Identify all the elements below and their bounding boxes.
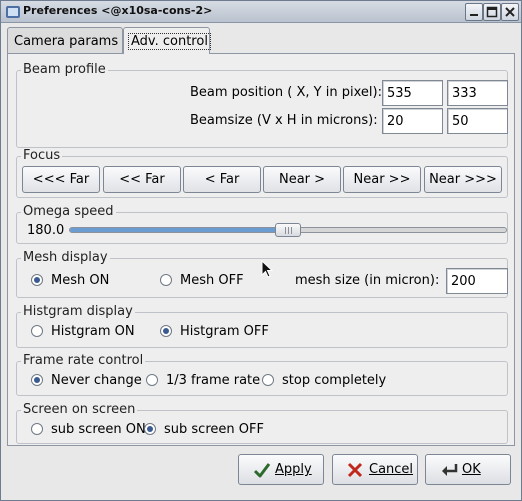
- ok-arrow-icon: [440, 462, 460, 482]
- mouse-pointer-icon: [261, 259, 274, 282]
- mesh-size-input[interactable]: 200: [446, 268, 508, 294]
- mesh-off-radio[interactable]: Mesh OFF: [160, 273, 244, 288]
- apply-check-icon: [253, 462, 271, 482]
- cancel-label: Cancel: [369, 462, 414, 477]
- focus-near-3-button[interactable]: Near >>>: [424, 166, 502, 193]
- radio-indicator: [160, 325, 172, 337]
- omega-speed-slider-fill: [70, 228, 287, 232]
- radio-indicator: [160, 274, 172, 286]
- frame-rate-third-label: 1/3 frame rate: [166, 373, 261, 388]
- frame-rate-stop-label: stop completely: [282, 373, 387, 388]
- apply-button[interactable]: Apply: [238, 454, 324, 485]
- focus-near-1-button[interactable]: Near >: [263, 166, 341, 193]
- sub-screen-off-label: sub screen OFF: [164, 422, 264, 437]
- frame-rate-never-label: Never change: [51, 373, 142, 388]
- focus-near-2-button[interactable]: Near >>: [343, 166, 421, 193]
- focus-far-2-button[interactable]: << Far: [103, 166, 181, 193]
- beamsize-label: Beamsize (V x H in microns):: [190, 113, 378, 128]
- omega-speed-value: 180.0: [27, 223, 65, 238]
- ok-button[interactable]: OK: [425, 454, 511, 485]
- mesh-display-title: Mesh display: [21, 250, 110, 265]
- mesh-size-label: mesh size (in micron):: [295, 273, 440, 288]
- focus-far-3-button[interactable]: <<< Far: [22, 166, 100, 193]
- histogram-display-title: Histgram display: [21, 304, 135, 319]
- cancel-button[interactable]: Cancel: [332, 454, 418, 485]
- radio-indicator: [31, 274, 43, 286]
- tab-camera-params-label: Camera params: [14, 34, 119, 49]
- focus-group: Focus <<< Far << Far < Far Near > Near >…: [16, 148, 508, 198]
- omega-speed-title: Omega speed: [21, 204, 116, 219]
- minimize-icon: [470, 14, 478, 16]
- radio-indicator: [146, 374, 158, 386]
- histogram-display-group: Histgram display Histgram ON Histgram OF…: [16, 304, 508, 348]
- tab-adv-control-label: Adv. control: [128, 33, 211, 50]
- beamsize-v-input[interactable]: 20: [382, 108, 443, 134]
- screen-on-screen-group: Screen on screen sub screen ON sub scree…: [16, 402, 508, 444]
- maximize-icon: [486, 6, 498, 18]
- title-bar[interactable]: Preferences <@x10sa-cons-2>: [1, 1, 521, 23]
- histogram-off-radio[interactable]: Histgram OFF: [160, 324, 269, 339]
- screen-on-screen-title: Screen on screen: [21, 402, 138, 417]
- frame-rate-never-radio[interactable]: Never change: [31, 373, 142, 388]
- frame-rate-group: Frame rate control Never change 1/3 fram…: [16, 353, 508, 396]
- tab-camera-params[interactable]: Camera params: [7, 27, 123, 53]
- mesh-on-radio[interactable]: Mesh ON: [31, 273, 109, 288]
- omega-speed-group: Omega speed 180.0: [16, 204, 508, 244]
- app-icon: [5, 4, 21, 20]
- radio-indicator: [31, 423, 43, 435]
- omega-speed-slider-thumb[interactable]: [275, 223, 301, 237]
- beam-profile-group: Beam profile Beam position ( X, Y in pix…: [16, 62, 508, 148]
- focus-title: Focus: [21, 148, 63, 163]
- histogram-on-label: Histgram ON: [51, 324, 135, 339]
- close-icon: [505, 7, 515, 17]
- beam-position-y-input[interactable]: 333: [447, 80, 508, 106]
- histogram-off-label: Histgram OFF: [180, 324, 269, 339]
- close-button[interactable]: [501, 3, 519, 21]
- beamsize-h-input[interactable]: 50: [447, 108, 508, 134]
- maximize-button[interactable]: [483, 3, 501, 21]
- mesh-on-label: Mesh ON: [51, 273, 110, 288]
- radio-indicator: [31, 325, 43, 337]
- focus-far-1-button[interactable]: < Far: [183, 166, 261, 193]
- frame-rate-stop-radio[interactable]: stop completely: [262, 373, 386, 388]
- frame-rate-title: Frame rate control: [21, 353, 146, 368]
- sub-screen-on-radio[interactable]: sub screen ON: [31, 422, 146, 437]
- apply-label: Apply: [275, 462, 312, 477]
- tab-adv-control[interactable]: Adv. control: [123, 27, 211, 54]
- ok-label: OK: [462, 462, 481, 477]
- histogram-on-radio[interactable]: Histgram ON: [31, 324, 135, 339]
- cancel-x-icon: [347, 462, 363, 482]
- radio-indicator: [144, 423, 156, 435]
- beam-position-x-input[interactable]: 535: [382, 80, 443, 106]
- preferences-window: Preferences <@x10sa-cons-2> Camera param…: [0, 0, 522, 501]
- minimize-button[interactable]: [465, 3, 483, 21]
- radio-indicator: [262, 374, 274, 386]
- window-title: Preferences <@x10sa-cons-2>: [23, 4, 213, 17]
- beam-position-label: Beam position ( X, Y in pixel):: [190, 85, 382, 100]
- mesh-off-label: Mesh OFF: [180, 273, 244, 288]
- beam-profile-title: Beam profile: [21, 62, 108, 77]
- frame-rate-third-radio[interactable]: 1/3 frame rate: [146, 373, 260, 388]
- radio-indicator: [31, 374, 43, 386]
- sub-screen-off-radio[interactable]: sub screen OFF: [144, 422, 264, 437]
- adv-control-page: Beam profile Beam position ( X, Y in pix…: [7, 53, 515, 446]
- sub-screen-on-label: sub screen ON: [51, 422, 146, 437]
